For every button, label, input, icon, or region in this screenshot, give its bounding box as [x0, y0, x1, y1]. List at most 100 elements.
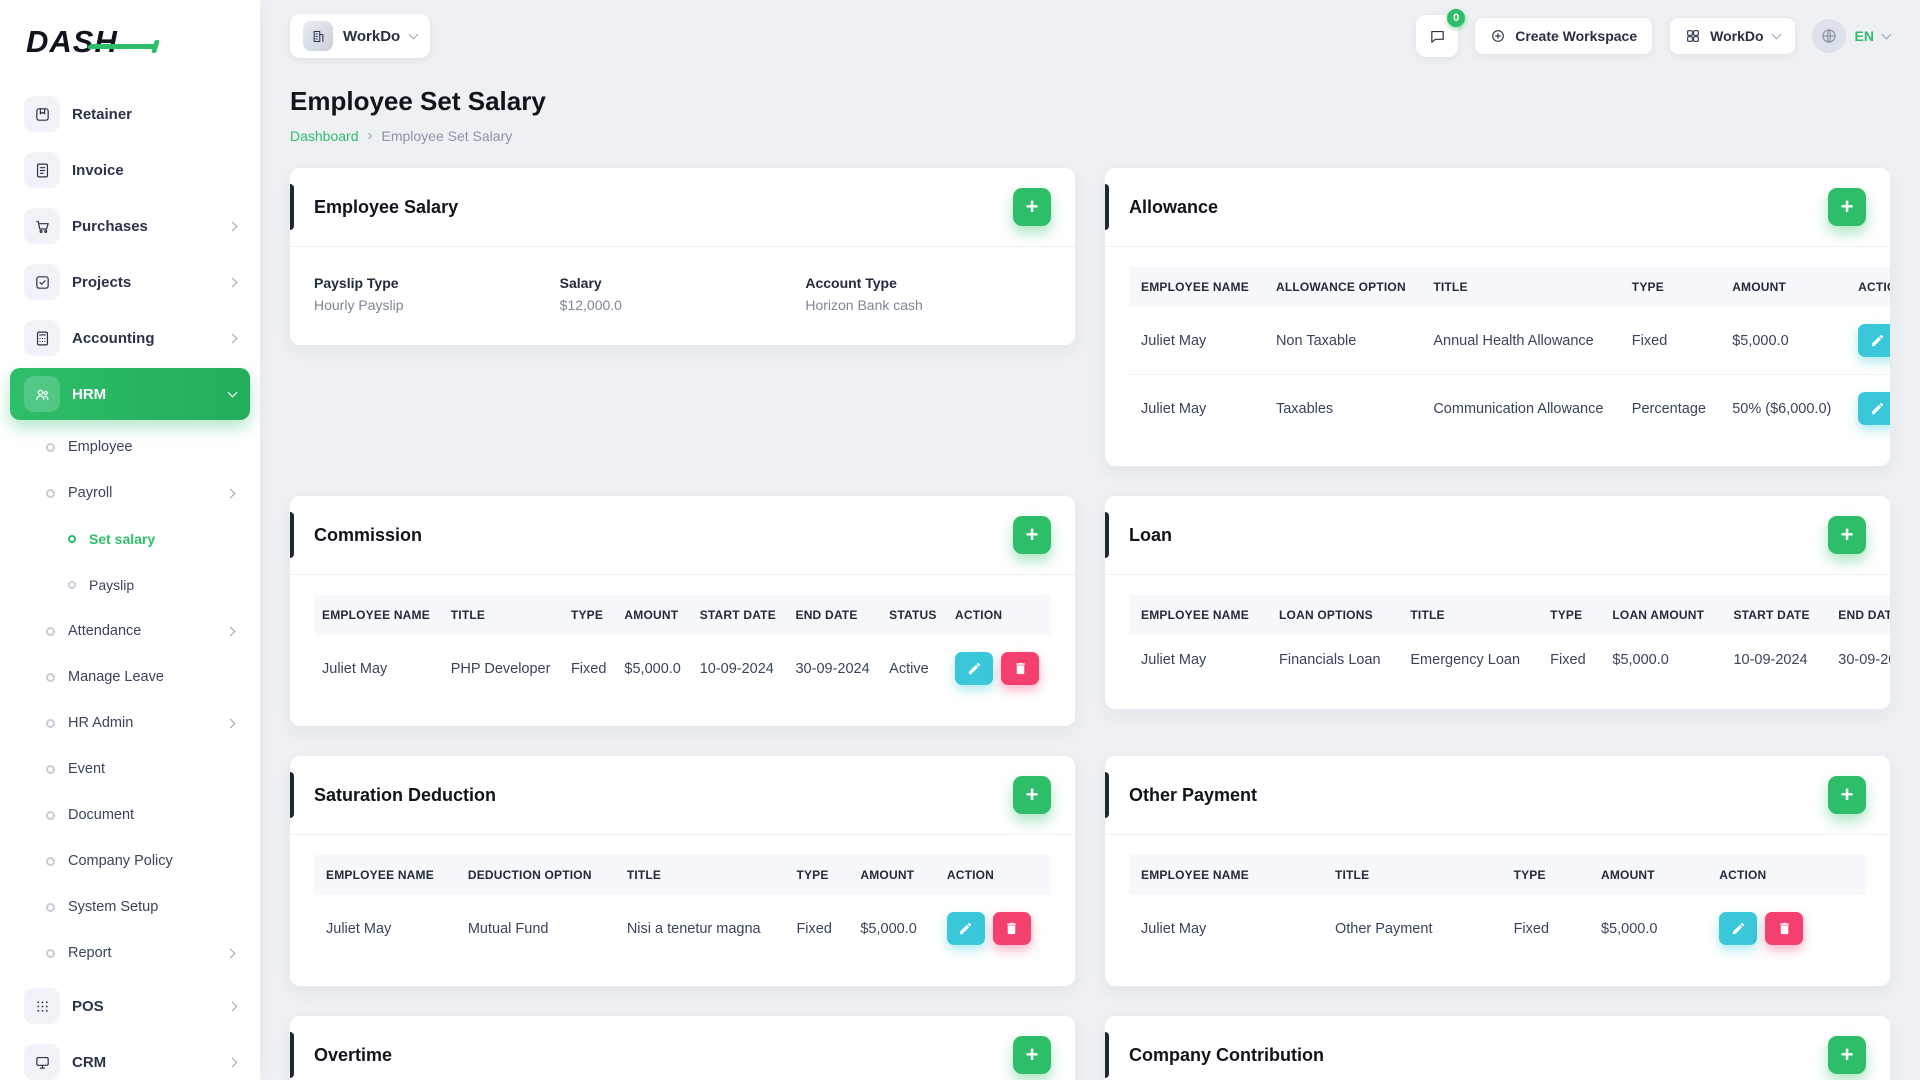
table-header-row: Employee Name Allowance Option Title Typ… — [1129, 267, 1890, 307]
cart-icon — [24, 208, 60, 244]
cell-employee-name: Juliet May — [326, 920, 392, 937]
field-label: Account Type — [805, 275, 897, 291]
workspace-switcher[interactable]: WorkDo — [290, 14, 431, 58]
cell-employee-name: Juliet May — [1141, 400, 1207, 417]
sidebar-menu: Retainer Invoice Purchases Projects Acco… — [0, 88, 260, 1080]
cell-employee-name: Juliet May — [1129, 307, 1264, 375]
add-overtime-button[interactable]: + — [1013, 1036, 1051, 1074]
delete-button[interactable] — [1765, 912, 1804, 945]
bullet-icon — [46, 856, 55, 866]
edit-button[interactable] — [1719, 912, 1758, 945]
app-logo[interactable]: DASH — [0, 0, 260, 84]
card-title: Allowance — [1129, 196, 1219, 217]
card-header: Employee Salary + — [290, 168, 1075, 247]
field-label: Payslip Type — [314, 275, 399, 291]
loan-table: Employee Name Loan Options Title Type Lo… — [1129, 595, 1890, 685]
delete-button[interactable] — [992, 912, 1031, 945]
card-header: Overtime + — [290, 1016, 1075, 1080]
column-header: Employee Name — [1129, 267, 1264, 307]
sidebar-item-set-salary[interactable]: Set salary — [10, 516, 250, 562]
table-row: Juliet May Financials Loan Emergency Loa… — [1129, 635, 1890, 685]
sidebar-item-employee[interactable]: Employee — [10, 424, 250, 470]
cell-employee-name: Juliet May — [322, 660, 388, 677]
bullet-icon — [68, 581, 76, 589]
company-menu-button[interactable]: WorkDo — [1669, 17, 1796, 55]
sidebar-item-pos[interactable]: POS — [10, 980, 250, 1032]
create-workspace-label: Create Workspace — [1515, 28, 1638, 44]
column-header: Action — [947, 595, 1051, 635]
breadcrumb: Dashboard › Employee Set Salary — [290, 127, 1890, 144]
logo-text: DASH — [26, 24, 118, 59]
column-header: Action — [1846, 267, 1890, 307]
bullet-icon — [46, 672, 55, 682]
messages-button[interactable]: 0 — [1416, 9, 1466, 57]
card-accent-bar — [290, 772, 294, 818]
sidebar-item-hr-admin[interactable]: HR Admin — [10, 700, 250, 746]
sidebar-item-retainer[interactable]: Retainer — [10, 88, 250, 140]
cell-type: Percentage — [1631, 400, 1706, 417]
card-title: Saturation Deduction — [314, 784, 497, 805]
other-payment-table: Employee Name Title Type Amount Action J… — [1129, 855, 1866, 962]
column-header: Allowance Option — [1263, 267, 1422, 307]
sidebar-item-accounting[interactable]: Accounting — [10, 312, 250, 364]
add-other-payment-button[interactable]: + — [1828, 776, 1866, 814]
delete-button[interactable] — [1001, 652, 1040, 685]
check-square-icon — [24, 264, 60, 300]
language-selector[interactable]: EN — [1811, 19, 1892, 53]
create-workspace-button[interactable]: Create Workspace — [1474, 17, 1654, 55]
add-company-contribution-button[interactable]: + — [1828, 1036, 1866, 1074]
chevron-right-icon — [225, 626, 236, 636]
edit-button[interactable] — [1858, 324, 1890, 357]
breadcrumb-dashboard-link[interactable]: Dashboard — [290, 128, 359, 144]
sidebar-item-payslip[interactable]: Payslip — [10, 562, 250, 608]
sidebar-item-event[interactable]: Event — [10, 746, 250, 792]
column-header: Amount — [848, 855, 935, 895]
add-loan-button[interactable]: + — [1828, 516, 1866, 554]
add-deduction-button[interactable]: + — [1013, 776, 1051, 814]
language-label: EN — [1854, 28, 1874, 44]
globe-icon — [1811, 19, 1846, 53]
sidebar-item-company-policy[interactable]: Company Policy — [10, 838, 250, 884]
sidebar-item-label: Set salary — [89, 531, 156, 547]
sidebar-item-crm[interactable]: CRM — [10, 1036, 250, 1080]
add-salary-button[interactable]: + — [1013, 188, 1051, 226]
cell-amount: $5,000.0 — [1720, 307, 1847, 375]
table-row: Juliet May PHP Developer Fixed $5,000.0 … — [314, 635, 1051, 702]
card-title: Loan — [1129, 524, 1172, 545]
column-header: Loan Amount — [1600, 595, 1722, 635]
cell-type: Fixed — [1550, 652, 1586, 668]
main-area: WorkDo 0 Create Workspace WorkDo EN Empl… — [260, 0, 1920, 1080]
sidebar-item-document[interactable]: Document — [10, 792, 250, 838]
sidebar-item-invoice[interactable]: Invoice — [10, 144, 250, 196]
sidebar-item-payroll[interactable]: Payroll — [10, 470, 250, 516]
card-header: Company Contribution + — [1105, 1016, 1890, 1080]
allowance-table-wrapper: Employee Name Allowance Option Title Typ… — [1105, 247, 1890, 466]
cell-title: PHP Developer — [450, 660, 551, 677]
cell-start-date: 10-09-2024 — [699, 660, 774, 677]
column-header: Employee Name — [1129, 595, 1268, 635]
edit-button[interactable] — [955, 652, 994, 685]
chevron-right-icon — [227, 221, 238, 231]
add-allowance-button[interactable]: + — [1828, 188, 1866, 226]
page-content: Employee Set Salary Dashboard › Employee… — [260, 72, 1920, 1080]
table-row: Juliet May Other Payment Fixed $5,000.0 — [1129, 895, 1866, 962]
chevron-right-icon — [227, 1057, 238, 1067]
table-row: Juliet May Non Taxable Annual Health All… — [1129, 307, 1890, 375]
add-commission-button[interactable]: + — [1013, 516, 1051, 554]
sidebar-item-report[interactable]: Report — [10, 930, 250, 976]
sidebar-item-attendance[interactable]: Attendance — [10, 608, 250, 654]
calculator-icon — [24, 320, 60, 356]
sidebar-item-label: Retainer — [72, 105, 133, 123]
plus-icon: + — [1025, 194, 1039, 219]
workspace-name: WorkDo — [343, 27, 401, 45]
sidebar-item-label: POS — [72, 997, 104, 1015]
sidebar-item-projects[interactable]: Projects — [10, 256, 250, 308]
edit-button[interactable] — [946, 912, 985, 945]
sidebar-item-hrm[interactable]: HRM — [10, 368, 250, 420]
edit-button[interactable] — [1858, 392, 1890, 425]
field-account-type: Account Type Horizon Bank cash — [805, 275, 1051, 313]
sidebar-item-manage-leave[interactable]: Manage Leave — [10, 654, 250, 700]
sidebar-item-purchases[interactable]: Purchases — [10, 200, 250, 252]
cell-amount: $5,000.0 — [860, 920, 917, 937]
sidebar-item-system-setup[interactable]: System Setup — [10, 884, 250, 930]
